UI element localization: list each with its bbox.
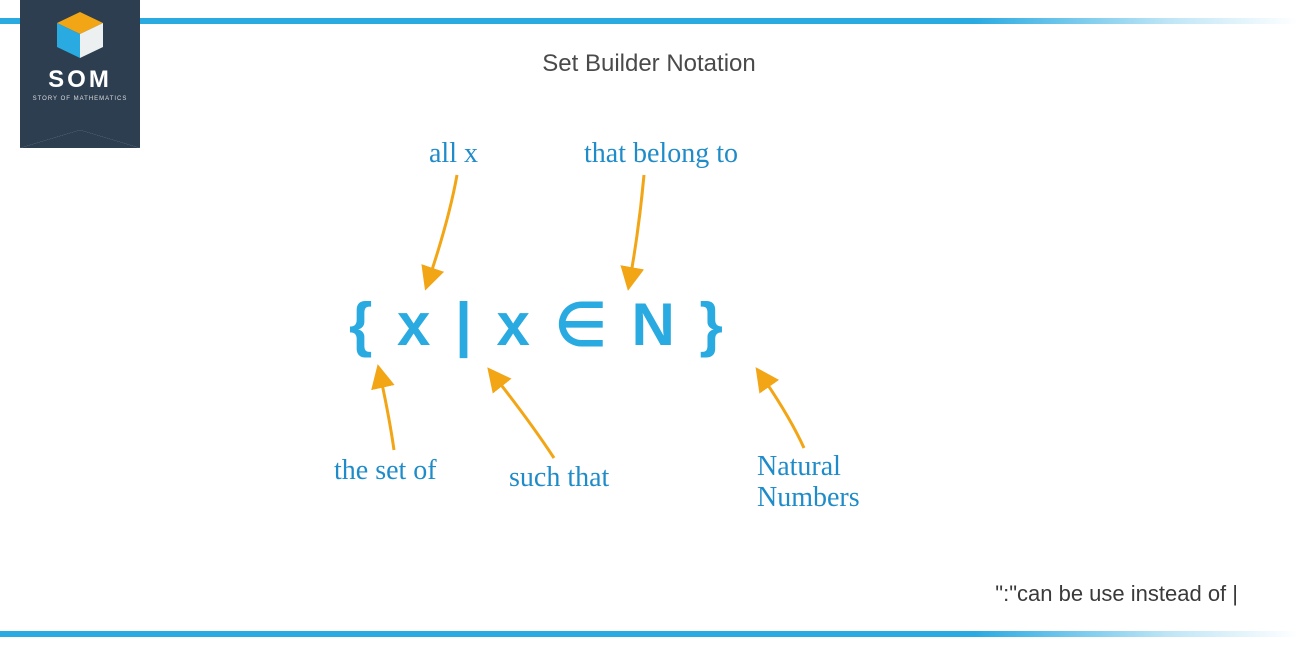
set-symbol-n: N xyxy=(632,291,679,358)
annotation-such-that: such that xyxy=(509,462,609,494)
element-of-symbol: ∈ xyxy=(555,291,611,358)
page-title: Set Builder Notation xyxy=(542,50,755,78)
annotation-set-of: the set of xyxy=(334,455,437,487)
footnote-text: ":"can be use instead of | xyxy=(995,581,1238,607)
bottom-border-bar xyxy=(0,631,1298,637)
annotation-all-x: all x xyxy=(429,138,478,170)
top-border-bar xyxy=(0,18,1298,24)
logo-text: SOM xyxy=(48,66,112,94)
logo-subtitle: STORY OF MATHEMATICS xyxy=(33,96,128,102)
annotation-natural-line2: Numbers xyxy=(757,482,860,513)
diagram-stage: all x that belong to the set of such tha… xyxy=(299,120,999,540)
close-brace: } xyxy=(700,291,727,358)
pipe-symbol: | xyxy=(455,291,476,358)
annotation-natural-line1: Natural xyxy=(757,451,841,482)
logo-badge: SOM STORY OF MATHEMATICS xyxy=(20,0,140,130)
set-builder-expression: { x | x ∈ N } xyxy=(349,290,727,360)
annotation-natural-numbers: Natural Numbers xyxy=(757,452,860,514)
variable-x-right: x xyxy=(497,291,534,358)
annotation-belong-to: that belong to xyxy=(584,138,738,170)
logo-icon xyxy=(57,12,103,58)
open-brace: { xyxy=(349,291,376,358)
variable-x-left: x xyxy=(397,291,434,358)
